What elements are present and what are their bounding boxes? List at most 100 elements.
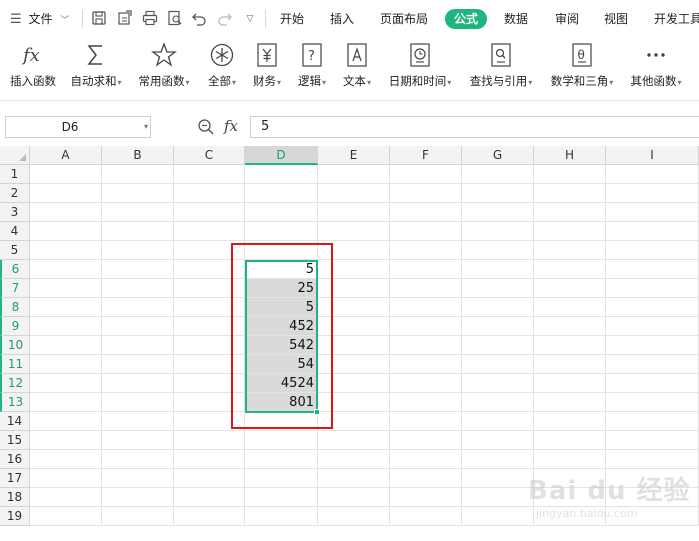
row-header-11[interactable]: 11	[0, 355, 30, 374]
cell-i8[interactable]	[606, 298, 699, 317]
tab-review[interactable]: 审阅	[555, 9, 579, 29]
cell-h3[interactable]	[534, 203, 606, 222]
cell-d17[interactable]	[245, 469, 318, 488]
row-header-18[interactable]: 18	[0, 488, 30, 507]
cell-c2[interactable]	[174, 184, 245, 203]
row-header-19[interactable]: 19	[0, 507, 30, 526]
cell-g2[interactable]	[462, 184, 534, 203]
cell-i6[interactable]	[606, 260, 699, 279]
print-preview-icon[interactable]	[166, 10, 184, 28]
cell-b11[interactable]	[102, 355, 174, 374]
column-header-i[interactable]: I	[606, 146, 699, 165]
all-functions-button[interactable]: 全部▾	[200, 38, 244, 100]
logical-button[interactable]: ? 逻辑▾	[291, 38, 333, 100]
cell-f4[interactable]	[390, 222, 462, 241]
cell-c8[interactable]	[174, 298, 245, 317]
column-header-g[interactable]: G	[462, 146, 534, 165]
cell-a2[interactable]	[30, 184, 102, 203]
row-header-14[interactable]: 14	[0, 412, 30, 431]
undo-icon[interactable]	[190, 10, 208, 28]
fx-icon[interactable]: fx	[224, 117, 238, 135]
cell-d8[interactable]: 5	[245, 298, 318, 317]
cell-c4[interactable]	[174, 222, 245, 241]
cell-i4[interactable]	[606, 222, 699, 241]
cell-a18[interactable]	[30, 488, 102, 507]
cell-h11[interactable]	[534, 355, 606, 374]
cell-e10[interactable]	[318, 336, 390, 355]
cell-e8[interactable]	[318, 298, 390, 317]
column-header-c[interactable]: C	[174, 146, 245, 165]
cell-d14[interactable]	[245, 412, 318, 431]
row-header-2[interactable]: 2	[0, 184, 30, 203]
cell-h13[interactable]	[534, 393, 606, 412]
cell-b4[interactable]	[102, 222, 174, 241]
cell-d18[interactable]	[245, 488, 318, 507]
cell-i19[interactable]	[606, 507, 699, 526]
cell-e4[interactable]	[318, 222, 390, 241]
cell-h4[interactable]	[534, 222, 606, 241]
cell-d19[interactable]	[245, 507, 318, 526]
chevron-down-icon[interactable]: ▾	[144, 117, 148, 137]
cell-d5[interactable]	[245, 241, 318, 260]
cell-c13[interactable]	[174, 393, 245, 412]
cell-a17[interactable]	[30, 469, 102, 488]
cell-g14[interactable]	[462, 412, 534, 431]
cell-h7[interactable]	[534, 279, 606, 298]
cell-a9[interactable]	[30, 317, 102, 336]
cell-g17[interactable]	[462, 469, 534, 488]
cell-c14[interactable]	[174, 412, 245, 431]
name-box[interactable]: D6 ▾	[5, 116, 151, 138]
cell-b7[interactable]	[102, 279, 174, 298]
cell-g9[interactable]	[462, 317, 534, 336]
cell-i13[interactable]	[606, 393, 699, 412]
cell-f9[interactable]	[390, 317, 462, 336]
cell-f6[interactable]	[390, 260, 462, 279]
cell-c15[interactable]	[174, 431, 245, 450]
cell-a8[interactable]	[30, 298, 102, 317]
cell-e3[interactable]	[318, 203, 390, 222]
cell-f3[interactable]	[390, 203, 462, 222]
cell-i17[interactable]	[606, 469, 699, 488]
cell-g1[interactable]	[462, 165, 534, 184]
financial-button[interactable]: 财务▾	[246, 38, 288, 100]
cell-f2[interactable]	[390, 184, 462, 203]
cell-a5[interactable]	[30, 241, 102, 260]
cell-d3[interactable]	[245, 203, 318, 222]
column-header-e[interactable]: E	[318, 146, 390, 165]
row-header-10[interactable]: 10	[0, 336, 30, 355]
cell-d11[interactable]: 54	[245, 355, 318, 374]
cell-g12[interactable]	[462, 374, 534, 393]
cell-e17[interactable]	[318, 469, 390, 488]
cell-e19[interactable]	[318, 507, 390, 526]
tab-insert[interactable]: 插入	[330, 9, 354, 29]
row-header-15[interactable]: 15	[0, 431, 30, 450]
row-header-17[interactable]: 17	[0, 469, 30, 488]
text-functions-button[interactable]: 文本▾	[336, 38, 378, 100]
cell-h8[interactable]	[534, 298, 606, 317]
cell-c12[interactable]	[174, 374, 245, 393]
cell-c16[interactable]	[174, 450, 245, 469]
cell-c3[interactable]	[174, 203, 245, 222]
export-pdf-icon[interactable]	[116, 10, 134, 28]
cell-c5[interactable]	[174, 241, 245, 260]
row-header-4[interactable]: 4	[0, 222, 30, 241]
tab-formulas[interactable]: 公式	[445, 9, 488, 29]
cell-b12[interactable]	[102, 374, 174, 393]
cell-a16[interactable]	[30, 450, 102, 469]
cell-c18[interactable]	[174, 488, 245, 507]
cell-f5[interactable]	[390, 241, 462, 260]
cell-c1[interactable]	[174, 165, 245, 184]
cell-f15[interactable]	[390, 431, 462, 450]
column-header-b[interactable]: B	[102, 146, 174, 165]
cell-f14[interactable]	[390, 412, 462, 431]
cell-c17[interactable]	[174, 469, 245, 488]
cell-d9[interactable]: 452	[245, 317, 318, 336]
cell-a13[interactable]	[30, 393, 102, 412]
cell-i10[interactable]	[606, 336, 699, 355]
cell-h6[interactable]	[534, 260, 606, 279]
cell-h5[interactable]	[534, 241, 606, 260]
cell-g6[interactable]	[462, 260, 534, 279]
cell-e5[interactable]	[318, 241, 390, 260]
cell-c11[interactable]	[174, 355, 245, 374]
cell-b15[interactable]	[102, 431, 174, 450]
